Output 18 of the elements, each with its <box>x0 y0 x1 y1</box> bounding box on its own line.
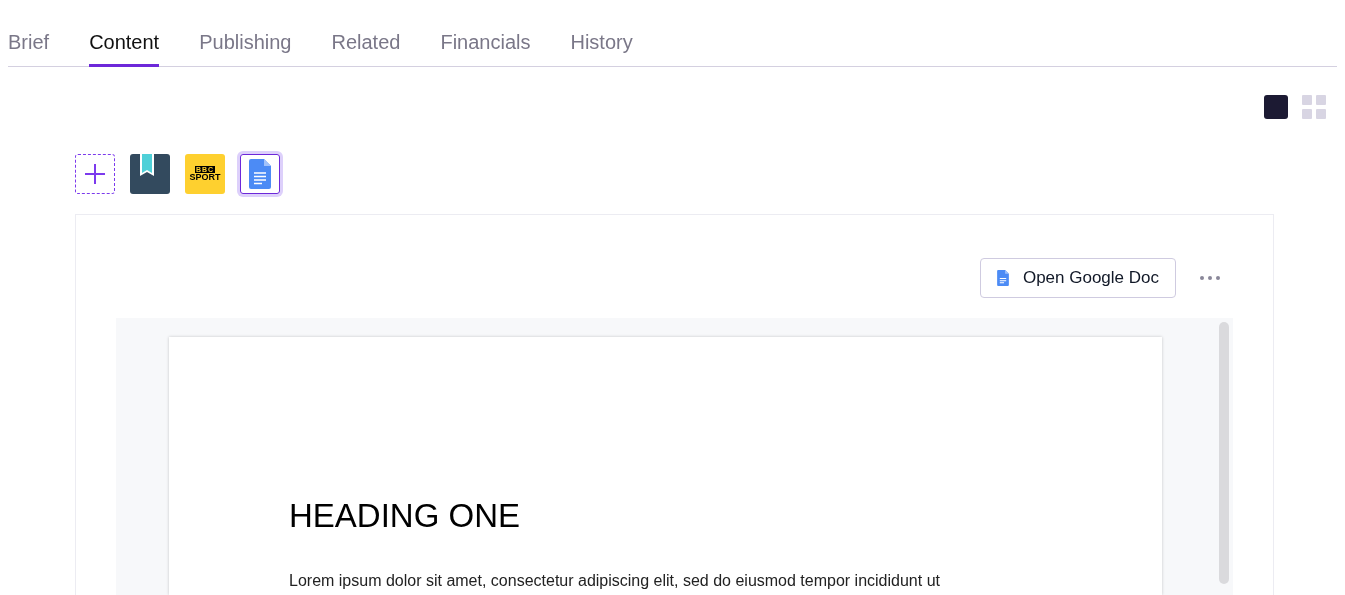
grid-view-icon[interactable] <box>1302 95 1326 119</box>
tab[interactable]: Financials <box>440 0 531 67</box>
single-view-icon[interactable] <box>1264 95 1288 119</box>
bookmark-icon[interactable] <box>130 154 170 194</box>
document-heading: HEADING ONE <box>289 496 521 536</box>
scrollbar[interactable] <box>1219 322 1229 584</box>
add-source-button[interactable] <box>75 154 115 194</box>
tab[interactable]: Content <box>89 0 160 67</box>
document-icon <box>996 270 1009 286</box>
logo-text: SPORT <box>189 173 221 182</box>
open-google-doc-button[interactable]: Open Google Doc <box>979 258 1176 298</box>
tab[interactable]: Brief <box>8 0 50 67</box>
document-icon[interactable] <box>240 154 280 194</box>
tab[interactable]: Publishing <box>199 0 292 67</box>
tab[interactable]: Related <box>331 0 401 67</box>
plus-icon <box>84 163 106 185</box>
tab[interactable]: History <box>570 0 633 67</box>
document-paragraph: Lorem ipsum dolor sit amet, consectetur adipiscing elit, sed do eiusmod tempor incididunt ut <box>289 571 940 591</box>
